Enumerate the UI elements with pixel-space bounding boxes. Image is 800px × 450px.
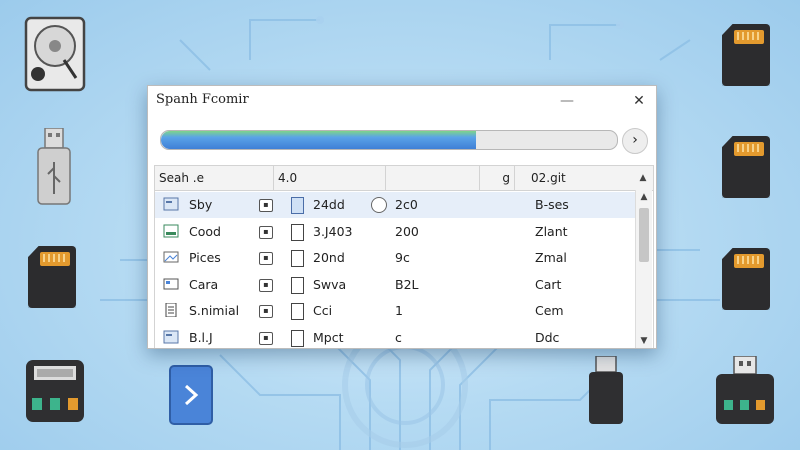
row-size: Mpct	[313, 329, 344, 345]
sort-arrow-icon[interactable]: ▲	[635, 166, 651, 190]
column-header-blank[interactable]	[386, 166, 480, 190]
progress-bar	[160, 130, 618, 150]
file-icon	[163, 197, 179, 211]
row-name: Cara	[189, 276, 219, 292]
document-icon	[291, 197, 304, 214]
table-row[interactable]: Cood ▪ 3.J403 200 Zlant	[155, 219, 635, 245]
title-bar: Spanh Fcomir — ✕	[148, 86, 656, 118]
minimize-button[interactable]: —	[554, 90, 580, 112]
row-name: Pices	[189, 250, 221, 265]
row-name: B.l.J	[189, 329, 213, 345]
scrollbar-thumb[interactable]	[639, 208, 649, 262]
column-header-g[interactable]: g	[480, 166, 515, 190]
column-header-size[interactable]: 4.0	[274, 166, 386, 190]
sd-card-icon[interactable]	[722, 248, 770, 310]
hard-drive-icon[interactable]	[24, 16, 86, 92]
row-size: Cci	[313, 303, 333, 318]
row-name: Cood	[189, 223, 221, 239]
search-window: Spanh Fcomir — ✕ › Seah .e 4.0 g 02.git …	[147, 85, 657, 349]
window-title: Spanh Fcomir	[156, 92, 249, 107]
table-row[interactable]: S.nimial ▪ Cci 1 Cem	[155, 298, 635, 324]
storage-module-icon[interactable]	[24, 358, 86, 424]
vertical-scrollbar[interactable]: ▲ ▼	[635, 190, 652, 348]
row-size: Swva	[313, 276, 347, 292]
table-row[interactable]: Sby ▪ 24dd 2c0 B-ses	[155, 192, 635, 218]
storage-device-icon[interactable]	[714, 355, 776, 426]
row-status: Cem	[535, 303, 564, 318]
sd-card-icon[interactable]	[722, 24, 770, 86]
document-icon	[291, 329, 304, 347]
row-name: Sby	[189, 197, 213, 212]
row-checkbox[interactable]: ▪	[259, 305, 273, 318]
row-checkbox[interactable]: ▪	[259, 278, 273, 292]
sd-card-icon[interactable]	[28, 246, 76, 308]
document-icon	[291, 303, 304, 320]
file-icon	[163, 330, 179, 344]
file-table: Seah .e 4.0 g 02.git ▲ Sby ▪ 24dd 2c0 B-ses C…	[154, 165, 654, 349]
row-status: B-ses	[535, 197, 569, 212]
table-row[interactable]: B.l.J ▪ Mpct c Ddc	[155, 325, 635, 349]
table-row[interactable]: Pices ▪ 20nd 9c Zmal	[155, 245, 635, 271]
table-header: Seah .e 4.0 g 02.git	[155, 166, 653, 191]
row-size: 24dd	[313, 197, 345, 212]
row-size: 20nd	[313, 250, 345, 265]
progress-fill	[161, 131, 476, 149]
row-value: 1	[395, 303, 403, 318]
row-status: Zmal	[535, 250, 567, 265]
row-checkbox[interactable]: ▪	[259, 252, 273, 265]
card-icon	[163, 277, 179, 291]
document-icon	[291, 276, 304, 294]
document-icon	[291, 250, 304, 267]
row-checkbox[interactable]: ▪	[259, 199, 273, 212]
row-value: B2L	[395, 276, 419, 292]
scroll-up-icon[interactable]: ▲	[636, 192, 652, 202]
sd-card-icon[interactable]	[722, 136, 770, 198]
row-value: 200	[395, 223, 419, 239]
pictures-icon	[163, 250, 179, 264]
row-checkbox[interactable]: ▪	[259, 225, 273, 239]
document-icon	[163, 302, 179, 318]
row-radio[interactable]	[371, 197, 387, 213]
row-status: Cart	[535, 276, 562, 292]
row-size: 3.J403	[313, 223, 353, 239]
row-value: 2c0	[395, 197, 418, 212]
document-icon	[291, 223, 304, 241]
row-checkbox[interactable]: ▪	[259, 331, 273, 345]
row-status: Ddc	[535, 329, 560, 345]
row-value: 9c	[395, 250, 410, 265]
usb-stick-icon[interactable]	[586, 355, 626, 426]
scroll-down-icon[interactable]: ▼	[636, 336, 652, 346]
row-value: c	[395, 329, 402, 345]
image-icon	[163, 224, 179, 238]
close-button[interactable]: ✕	[626, 90, 652, 112]
next-button[interactable]: ›	[622, 128, 648, 154]
usb-drive-icon[interactable]	[36, 127, 72, 206]
column-header-git[interactable]: 02.git	[515, 166, 646, 190]
drive-arrow-icon[interactable]	[168, 364, 214, 426]
column-header-name[interactable]: Seah .e	[155, 166, 274, 190]
row-name: S.nimial	[189, 303, 240, 318]
table-row[interactable]: Cara ▪ Swva B2L Cart	[155, 272, 635, 298]
row-status: Zlant	[535, 223, 568, 239]
